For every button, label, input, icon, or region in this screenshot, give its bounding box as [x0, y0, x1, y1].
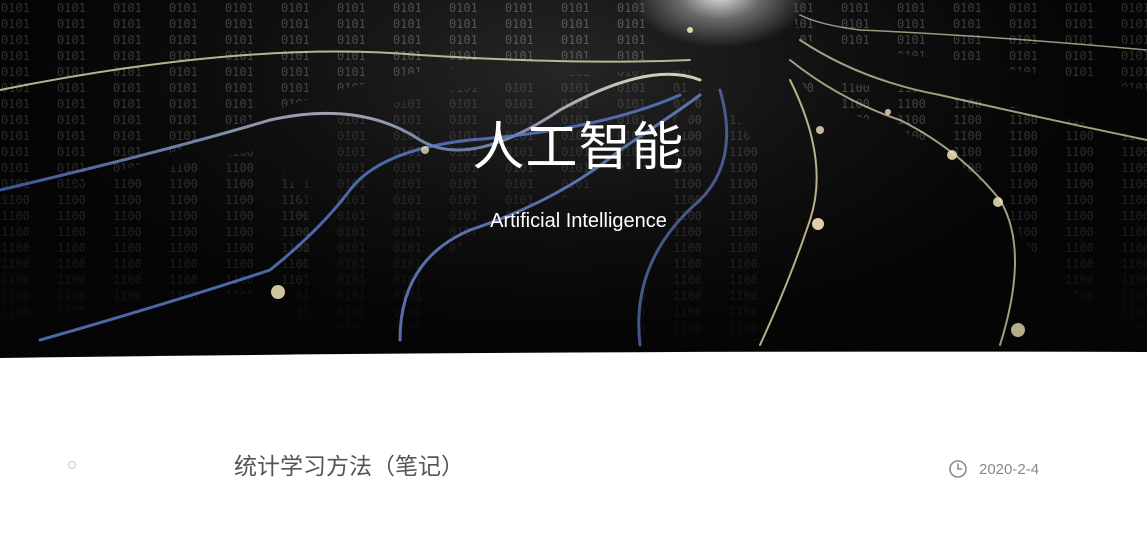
post-title-link[interactable]: 统计学习方法（笔记） — [234, 450, 464, 484]
clock-icon — [949, 460, 967, 478]
post-list-item: 统计学习方法（笔记） 2020-2-4 — [0, 440, 1147, 496]
post-date: 2020-2-4 — [979, 460, 1040, 478]
hero-bottom-curve — [0, 351, 1147, 360]
hero-title: 人工智能 — [472, 118, 685, 178]
hero-subtitle: Artificial Intelligence — [490, 210, 667, 232]
hero-banner: 0101 1100 — [0, 0, 1147, 360]
post-date-meta: 2020-2-4 — [948, 458, 1039, 480]
circle-bullet-icon — [68, 461, 76, 469]
